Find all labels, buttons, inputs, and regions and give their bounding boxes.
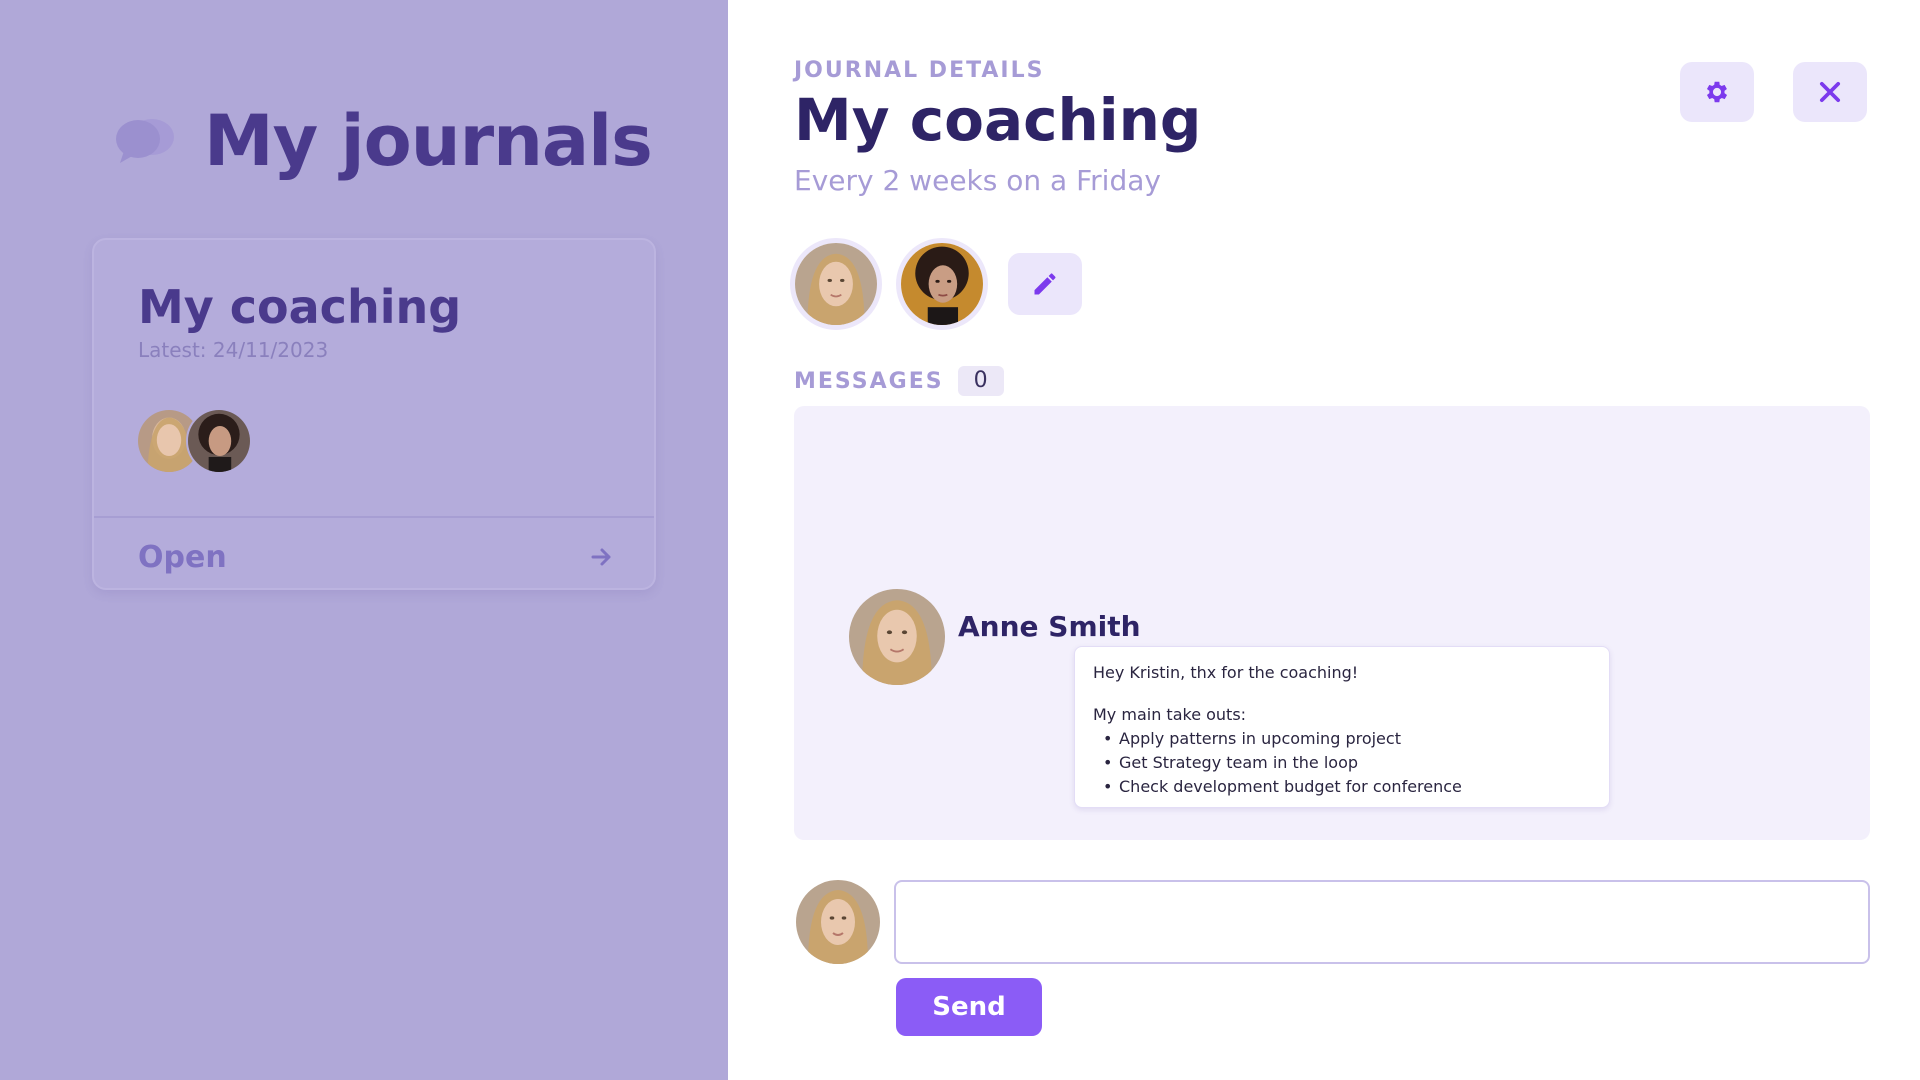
close-icon (1819, 81, 1841, 103)
send-button[interactable]: Send (896, 978, 1042, 1036)
message-author: Anne Smith (958, 610, 1141, 643)
settings-button[interactable] (1680, 62, 1754, 122)
arrow-right-icon (591, 548, 611, 566)
journal-schedule: Every 2 weeks on a Friday (794, 164, 1161, 197)
participants-row (790, 238, 1082, 330)
avatar (186, 408, 252, 474)
journals-header: My journals (114, 100, 653, 182)
message-intro: My main take outs: (1093, 705, 1247, 724)
messages-label: MESSAGES (794, 368, 944, 394)
journal-card-participants (136, 408, 252, 474)
close-button[interactable] (1793, 62, 1867, 122)
journal-list-panel: My journals My coaching Latest: 24/11/20… (0, 0, 728, 1080)
message-greeting: Hey Kristin, thx for the coaching! (1093, 663, 1359, 682)
journal-title: My coaching (794, 86, 1202, 154)
pencil-icon (1034, 273, 1056, 295)
messages-header: MESSAGES 0 (794, 366, 1004, 396)
journal-card[interactable]: My coaching Latest: 24/11/2023 Open (92, 238, 656, 590)
message-bullet: Apply patterns in upcoming project (1103, 727, 1591, 751)
message-input[interactable] (894, 880, 1870, 964)
gear-icon (1706, 81, 1728, 103)
page-title: My journals (204, 100, 653, 182)
message-bubble: Hey Kristin, thx for the coaching! My ma… (1074, 646, 1610, 808)
participant-avatar[interactable] (896, 238, 988, 330)
open-journal-label: Open (138, 539, 227, 575)
message-bullet: Check development budget for conference (1103, 775, 1591, 799)
journal-card-latest-date: Latest: 24/11/2023 (138, 338, 329, 362)
journal-card-title: My coaching (138, 280, 462, 334)
chat-bubbles-icon (116, 119, 174, 163)
message-bullet: Get Strategy team in the loop (1103, 751, 1591, 775)
card-divider (94, 516, 654, 518)
message-bullet-list: Apply patterns in upcoming project Get S… (1103, 727, 1591, 799)
open-journal-button[interactable]: Open (138, 532, 614, 582)
section-eyebrow: JOURNAL DETAILS (794, 58, 1045, 83)
current-user-avatar (796, 880, 880, 964)
participant-avatar[interactable] (790, 238, 882, 330)
messages-count-badge: 0 (957, 366, 1004, 396)
avatar (846, 586, 948, 688)
messages-area[interactable]: Anne Smith Hey Kristin, thx for the coac… (794, 406, 1870, 840)
journal-details-panel: JOURNAL DETAILS My coaching Every 2 week… (728, 0, 1920, 1080)
edit-participants-button[interactable] (1008, 253, 1082, 315)
